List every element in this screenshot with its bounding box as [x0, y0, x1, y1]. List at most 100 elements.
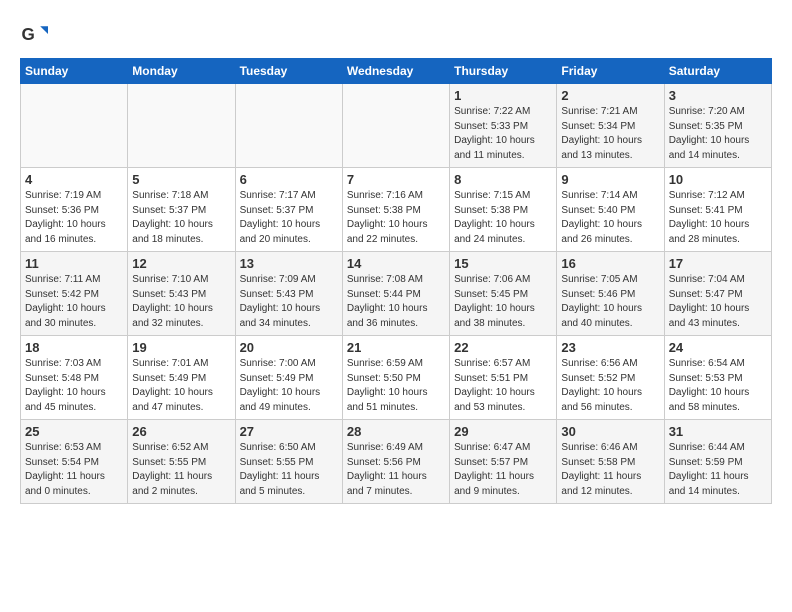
- day-info: Sunrise: 7:04 AM Sunset: 5:47 PM Dayligh…: [669, 273, 767, 331]
- day-number: 5: [132, 172, 230, 187]
- calendar-cell: 6 Sunrise: 7:17 AM Sunset: 5:37 PM Daylig…: [235, 168, 342, 252]
- day-number: 20: [240, 340, 338, 355]
- day-info: Sunrise: 7:06 AM Sunset: 5:45 PM Dayligh…: [454, 273, 552, 331]
- weekday-header: Friday: [557, 59, 664, 84]
- day-info: Sunrise: 7:03 AM Sunset: 5:48 PM Dayligh…: [25, 357, 123, 415]
- day-number: 6: [240, 172, 338, 187]
- calendar-cell: 9 Sunrise: 7:14 AM Sunset: 5:40 PM Daylig…: [557, 168, 664, 252]
- day-info: Sunrise: 7:15 AM Sunset: 5:38 PM Dayligh…: [454, 189, 552, 247]
- calendar-cell: 10 Sunrise: 7:12 AM Sunset: 5:41 PM Dayli…: [664, 168, 771, 252]
- weekday-header: Sunday: [21, 59, 128, 84]
- day-number: 3: [669, 88, 767, 103]
- day-number: 10: [669, 172, 767, 187]
- logo-icon: G: [20, 20, 48, 48]
- day-info: Sunrise: 6:44 AM Sunset: 5:59 PM Dayligh…: [669, 441, 767, 499]
- day-number: 16: [561, 256, 659, 271]
- day-number: 17: [669, 256, 767, 271]
- day-number: 21: [347, 340, 445, 355]
- calendar-cell: 17 Sunrise: 7:04 AM Sunset: 5:47 PM Dayli…: [664, 252, 771, 336]
- day-info: Sunrise: 6:56 AM Sunset: 5:52 PM Dayligh…: [561, 357, 659, 415]
- calendar-header: SundayMondayTuesdayWednesdayThursdayFrid…: [21, 59, 772, 84]
- day-number: 4: [25, 172, 123, 187]
- calendar-cell: 1Sunrise: 7:22 AM Sunset: 5:33 PM Daylig…: [450, 84, 557, 168]
- day-info: Sunrise: 7:09 AM Sunset: 5:43 PM Dayligh…: [240, 273, 338, 331]
- day-number: 28: [347, 424, 445, 439]
- calendar-cell: 18 Sunrise: 7:03 AM Sunset: 5:48 PM Dayli…: [21, 336, 128, 420]
- day-number: 14: [347, 256, 445, 271]
- day-info: Sunrise: 6:54 AM Sunset: 5:53 PM Dayligh…: [669, 357, 767, 415]
- calendar-week: 11 Sunrise: 7:11 AM Sunset: 5:42 PM Dayli…: [21, 252, 772, 336]
- day-info: Sunrise: 7:05 AM Sunset: 5:46 PM Dayligh…: [561, 273, 659, 331]
- day-number: 12: [132, 256, 230, 271]
- calendar-cell: 8 Sunrise: 7:15 AM Sunset: 5:38 PM Daylig…: [450, 168, 557, 252]
- calendar-week: 4 Sunrise: 7:19 AM Sunset: 5:36 PM Daylig…: [21, 168, 772, 252]
- calendar-cell: 11 Sunrise: 7:11 AM Sunset: 5:42 PM Dayli…: [21, 252, 128, 336]
- calendar-body: 1Sunrise: 7:22 AM Sunset: 5:33 PM Daylig…: [21, 84, 772, 504]
- page-header: G: [20, 20, 772, 48]
- day-info: Sunrise: 7:21 AM Sunset: 5:34 PM Dayligh…: [561, 105, 659, 163]
- day-number: 19: [132, 340, 230, 355]
- calendar-cell: 23 Sunrise: 6:56 AM Sunset: 5:52 PM Dayli…: [557, 336, 664, 420]
- day-number: 8: [454, 172, 552, 187]
- day-number: 30: [561, 424, 659, 439]
- day-info: Sunrise: 7:12 AM Sunset: 5:41 PM Dayligh…: [669, 189, 767, 247]
- calendar-cell: 27Sunrise: 6:50 AM Sunset: 5:55 PM Dayli…: [235, 420, 342, 504]
- calendar-week: 1Sunrise: 7:22 AM Sunset: 5:33 PM Daylig…: [21, 84, 772, 168]
- day-info: Sunrise: 6:49 AM Sunset: 5:56 PM Dayligh…: [347, 441, 445, 499]
- day-number: 31: [669, 424, 767, 439]
- calendar-cell: 2 Sunrise: 7:21 AM Sunset: 5:34 PM Daylig…: [557, 84, 664, 168]
- calendar-cell: 15Sunrise: 7:06 AM Sunset: 5:45 PM Dayli…: [450, 252, 557, 336]
- calendar-table: SundayMondayTuesdayWednesdayThursdayFrid…: [20, 58, 772, 504]
- day-info: Sunrise: 7:10 AM Sunset: 5:43 PM Dayligh…: [132, 273, 230, 331]
- day-info: Sunrise: 6:46 AM Sunset: 5:58 PM Dayligh…: [561, 441, 659, 499]
- day-number: 9: [561, 172, 659, 187]
- weekday-header: Saturday: [664, 59, 771, 84]
- calendar-cell: 25Sunrise: 6:53 AM Sunset: 5:54 PM Dayli…: [21, 420, 128, 504]
- calendar-cell: 16 Sunrise: 7:05 AM Sunset: 5:46 PM Dayli…: [557, 252, 664, 336]
- day-info: Sunrise: 7:11 AM Sunset: 5:42 PM Dayligh…: [25, 273, 123, 331]
- calendar-week: 25Sunrise: 6:53 AM Sunset: 5:54 PM Dayli…: [21, 420, 772, 504]
- logo: G: [20, 20, 52, 48]
- calendar-cell: [128, 84, 235, 168]
- calendar-cell: 21Sunrise: 6:59 AM Sunset: 5:50 PM Dayli…: [342, 336, 449, 420]
- day-number: 24: [669, 340, 767, 355]
- day-number: 1: [454, 88, 552, 103]
- calendar-cell: 22 Sunrise: 6:57 AM Sunset: 5:51 PM Dayli…: [450, 336, 557, 420]
- day-info: Sunrise: 7:16 AM Sunset: 5:38 PM Dayligh…: [347, 189, 445, 247]
- weekday-header: Wednesday: [342, 59, 449, 84]
- day-number: 22: [454, 340, 552, 355]
- day-number: 7: [347, 172, 445, 187]
- day-info: Sunrise: 7:08 AM Sunset: 5:44 PM Dayligh…: [347, 273, 445, 331]
- day-number: 11: [25, 256, 123, 271]
- calendar-cell: 4 Sunrise: 7:19 AM Sunset: 5:36 PM Daylig…: [21, 168, 128, 252]
- calendar-cell: 28 Sunrise: 6:49 AM Sunset: 5:56 PM Dayli…: [342, 420, 449, 504]
- weekday-row: SundayMondayTuesdayWednesdayThursdayFrid…: [21, 59, 772, 84]
- calendar-cell: 30 Sunrise: 6:46 AM Sunset: 5:58 PM Dayli…: [557, 420, 664, 504]
- calendar-cell: 19Sunrise: 7:01 AM Sunset: 5:49 PM Dayli…: [128, 336, 235, 420]
- day-info: Sunrise: 7:19 AM Sunset: 5:36 PM Dayligh…: [25, 189, 123, 247]
- day-info: Sunrise: 7:20 AM Sunset: 5:35 PM Dayligh…: [669, 105, 767, 163]
- weekday-header: Tuesday: [235, 59, 342, 84]
- calendar-cell: 31 Sunrise: 6:44 AM Sunset: 5:59 PM Dayli…: [664, 420, 771, 504]
- day-info: Sunrise: 7:17 AM Sunset: 5:37 PM Dayligh…: [240, 189, 338, 247]
- calendar-cell: [235, 84, 342, 168]
- calendar-cell: 26 Sunrise: 6:52 AM Sunset: 5:55 PM Dayli…: [128, 420, 235, 504]
- calendar-cell: [342, 84, 449, 168]
- day-info: Sunrise: 6:57 AM Sunset: 5:51 PM Dayligh…: [454, 357, 552, 415]
- day-info: Sunrise: 6:53 AM Sunset: 5:54 PM Dayligh…: [25, 441, 123, 499]
- day-info: Sunrise: 6:50 AM Sunset: 5:55 PM Dayligh…: [240, 441, 338, 499]
- day-info: Sunrise: 7:14 AM Sunset: 5:40 PM Dayligh…: [561, 189, 659, 247]
- calendar-cell: [21, 84, 128, 168]
- calendar-cell: 20 Sunrise: 7:00 AM Sunset: 5:49 PM Dayli…: [235, 336, 342, 420]
- day-number: 23: [561, 340, 659, 355]
- day-info: Sunrise: 6:52 AM Sunset: 5:55 PM Dayligh…: [132, 441, 230, 499]
- svg-text:G: G: [22, 25, 35, 44]
- day-number: 2: [561, 88, 659, 103]
- calendar-cell: 29Sunrise: 6:47 AM Sunset: 5:57 PM Dayli…: [450, 420, 557, 504]
- calendar-cell: 14 Sunrise: 7:08 AM Sunset: 5:44 PM Dayli…: [342, 252, 449, 336]
- calendar-cell: 12 Sunrise: 7:10 AM Sunset: 5:43 PM Dayli…: [128, 252, 235, 336]
- day-number: 18: [25, 340, 123, 355]
- day-number: 13: [240, 256, 338, 271]
- day-number: 26: [132, 424, 230, 439]
- day-info: Sunrise: 7:00 AM Sunset: 5:49 PM Dayligh…: [240, 357, 338, 415]
